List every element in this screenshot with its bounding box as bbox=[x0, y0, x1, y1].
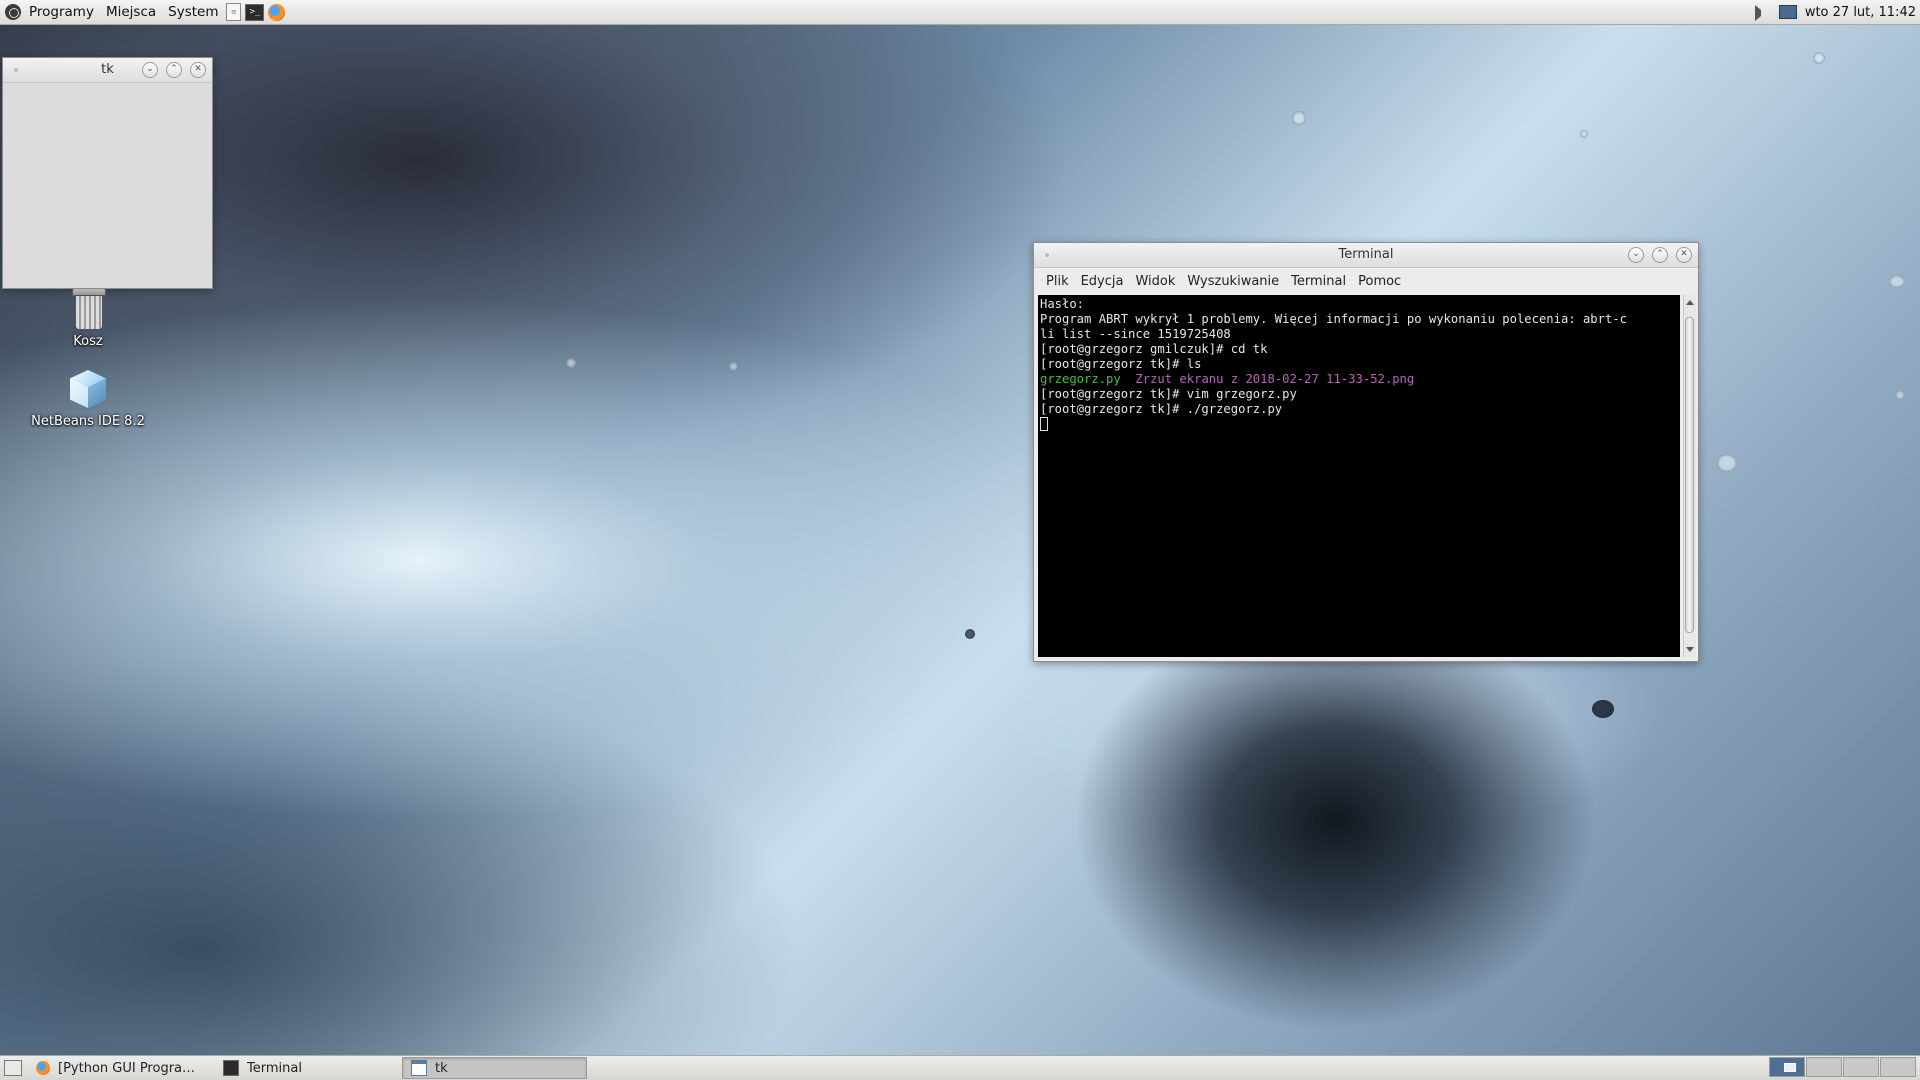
workspace-2[interactable] bbox=[1806, 1057, 1842, 1077]
scrollbar-thumb[interactable] bbox=[1685, 317, 1694, 633]
minimize-button[interactable]: ⌄ bbox=[1628, 247, 1644, 263]
show-desktop-icon[interactable] bbox=[4, 1060, 22, 1076]
volume-icon[interactable] bbox=[1753, 4, 1771, 21]
menu-wyszukiwanie[interactable]: Wyszukiwanie bbox=[1181, 274, 1285, 289]
text-editor-icon[interactable]: ≡ bbox=[226, 3, 242, 21]
water-droplet bbox=[965, 629, 975, 639]
terminal-menubar: Plik Edycja Widok Wyszukiwanie Terminal … bbox=[1034, 268, 1698, 294]
terminal-scrollbar[interactable] bbox=[1683, 295, 1696, 657]
terminal-line: Program ABRT wykrył 1 problemy. Więcej i… bbox=[1040, 312, 1627, 326]
workspace-1[interactable] bbox=[1769, 1057, 1805, 1077]
terminal-line: Hasło: bbox=[1040, 297, 1085, 311]
water-droplet bbox=[1592, 700, 1614, 718]
water-droplet bbox=[729, 362, 738, 371]
terminal-icon bbox=[223, 1060, 239, 1076]
menu-programy[interactable]: Programy bbox=[23, 0, 100, 24]
close-button[interactable]: ✕ bbox=[1676, 247, 1692, 263]
desktop-icon-trash[interactable]: Kosz bbox=[18, 288, 158, 349]
taskbar-item-label: [Python GUI Program... bbox=[58, 1060, 205, 1076]
top-panel: Programy Miejsca System ≡ >_ wto 27 lut,… bbox=[0, 0, 1920, 25]
menu-widok[interactable]: Widok bbox=[1129, 274, 1181, 289]
terminal-line: [root@grzegorz tk]# vim grzegorz.py bbox=[1040, 387, 1297, 401]
window-titlebar[interactable]: tk ⌄ ⌃ ✕ bbox=[3, 58, 212, 83]
water-droplet bbox=[1889, 275, 1905, 288]
bottom-panel: [Python GUI Program... Terminal tk bbox=[0, 1055, 1920, 1080]
water-droplet bbox=[1292, 111, 1306, 125]
text-cursor bbox=[1040, 417, 1048, 431]
minimize-button[interactable]: ⌄ bbox=[142, 62, 158, 78]
terminal-prompt-line bbox=[1040, 417, 1680, 432]
taskbar-item-python-gui[interactable]: [Python GUI Program... bbox=[28, 1057, 213, 1079]
terminal-ls-output: grzegorz.py Zrzut ekranu z 2018-02-27 11… bbox=[1040, 372, 1680, 387]
terminal-line: li list --since 1519725408 bbox=[1040, 327, 1231, 341]
water-droplet bbox=[566, 358, 576, 368]
netbeans-icon bbox=[68, 368, 108, 410]
menu-edycja[interactable]: Edycja bbox=[1075, 274, 1130, 289]
menu-terminal[interactable]: Terminal bbox=[1285, 274, 1352, 289]
scroll-up-icon[interactable] bbox=[1686, 300, 1694, 305]
network-icon[interactable] bbox=[1778, 5, 1797, 19]
tk-window[interactable]: tk ⌄ ⌃ ✕ bbox=[2, 57, 213, 289]
menu-pomoc[interactable]: Pomoc bbox=[1352, 274, 1407, 289]
water-droplet bbox=[1895, 390, 1905, 400]
taskbar-item-label: Terminal bbox=[247, 1060, 302, 1076]
maximize-button[interactable]: ⌃ bbox=[166, 62, 182, 78]
taskbar-item-tk[interactable]: tk bbox=[402, 1057, 587, 1079]
taskbar-item-label: tk bbox=[435, 1060, 448, 1076]
workspace-switcher bbox=[1769, 1057, 1916, 1077]
tk-window-content bbox=[3, 83, 212, 288]
window-icon bbox=[411, 1060, 427, 1076]
gnome-foot-icon[interactable] bbox=[5, 4, 21, 20]
workspace-4[interactable] bbox=[1880, 1057, 1916, 1077]
clock[interactable]: wto 27 lut, 11:42 bbox=[1805, 5, 1916, 20]
menu-miejsca[interactable]: Miejsca bbox=[100, 0, 162, 24]
desktop-icon-label: NetBeans IDE 8.2 bbox=[31, 414, 145, 429]
workspace-3[interactable] bbox=[1843, 1057, 1879, 1077]
window-titlebar[interactable]: Terminal ⌄ ⌃ ✕ bbox=[1034, 243, 1698, 268]
ls-file-image: Zrzut ekranu z 2018-02-27 11-33-52.png bbox=[1135, 372, 1415, 386]
terminal-line: [root@grzegorz tk]# ls bbox=[1040, 357, 1202, 371]
window-title: Terminal bbox=[1338, 247, 1394, 262]
maximize-button[interactable]: ⌃ bbox=[1652, 247, 1668, 263]
menu-system[interactable]: System bbox=[162, 0, 224, 24]
water-droplet bbox=[1813, 52, 1825, 64]
firefox-icon[interactable] bbox=[268, 3, 286, 21]
terminal-line: [root@grzegorz gmilczuk]# cd tk bbox=[1040, 342, 1268, 356]
water-droplet bbox=[1717, 454, 1737, 472]
terminal-screen[interactable]: Hasło: Program ABRT wykrył 1 problemy. W… bbox=[1038, 295, 1680, 657]
close-button[interactable]: ✕ bbox=[190, 62, 206, 78]
ls-file-executable: grzegorz.py bbox=[1040, 372, 1121, 386]
desktop-icon-netbeans[interactable]: NetBeans IDE 8.2 bbox=[18, 368, 158, 429]
trash-icon bbox=[70, 288, 106, 330]
terminal-window[interactable]: Terminal ⌄ ⌃ ✕ Plik Edycja Widok Wyszuki… bbox=[1033, 242, 1699, 662]
desktop-icon-label: Kosz bbox=[73, 334, 103, 349]
terminal-line: [root@grzegorz tk]# ./grzegorz.py bbox=[1040, 402, 1283, 416]
taskbar-item-terminal[interactable]: Terminal bbox=[215, 1057, 400, 1079]
terminal-icon[interactable]: >_ bbox=[245, 3, 265, 21]
firefox-icon bbox=[36, 1061, 50, 1075]
water-droplet bbox=[1580, 130, 1588, 138]
menu-plik[interactable]: Plik bbox=[1040, 274, 1075, 289]
scroll-down-icon[interactable] bbox=[1686, 647, 1694, 652]
system-tray: wto 27 lut, 11:42 bbox=[1753, 0, 1916, 24]
